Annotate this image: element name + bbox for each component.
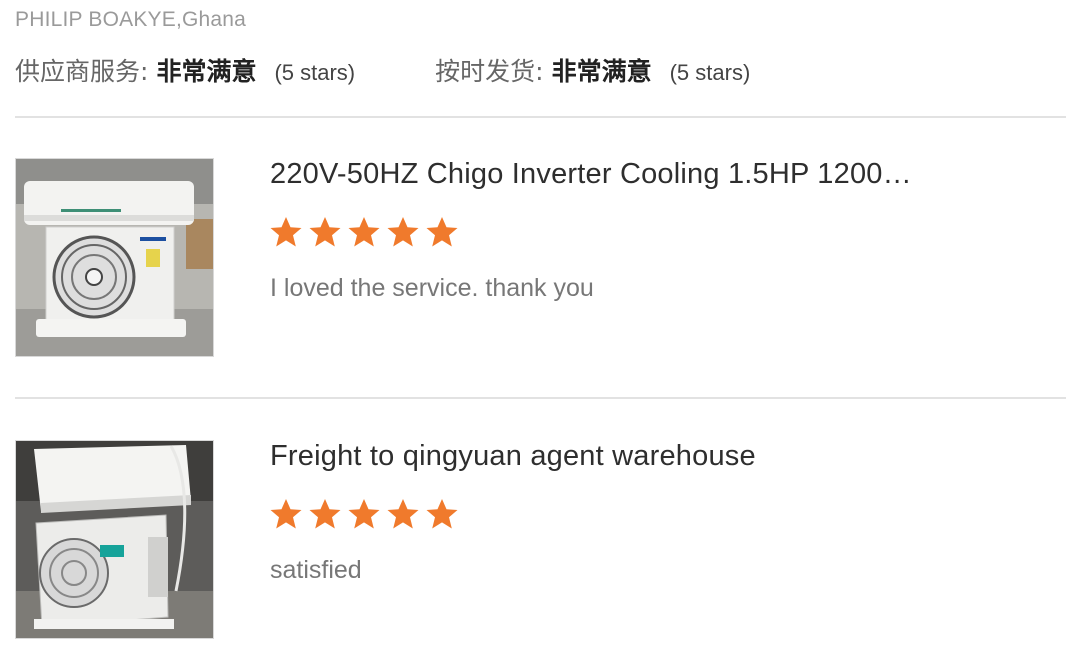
rating-stars-text: (5 stars) — [669, 60, 751, 85]
rating-value: 非常满意 — [551, 57, 652, 86]
star-icon — [426, 217, 458, 247]
star-icon — [309, 217, 341, 247]
star-icon — [426, 499, 458, 529]
rating-value: 非常满意 — [156, 57, 257, 86]
review-comment: satisfied — [270, 556, 362, 584]
star-icon — [270, 499, 302, 529]
star-icon — [270, 217, 302, 247]
on-time-delivery-rating: 按时发货: 非常满意 (5 stars) — [435, 52, 750, 88]
product-title[interactable]: 220V-50HZ Chigo Inverter Cooling 1.5HP 1… — [270, 158, 960, 191]
review-comment: I loved the service. thank you — [270, 274, 594, 302]
star-icon — [309, 499, 341, 529]
divider — [15, 116, 1066, 118]
product-image[interactable] — [15, 440, 214, 639]
supplier-ratings: 供应商服务: 非常满意 (5 stars) 按时发货: 非常满意 (5 star… — [15, 52, 750, 88]
supplier-service-rating: 供应商服务: 非常满意 (5 stars) — [15, 52, 355, 88]
star-icon — [387, 217, 419, 247]
star-icon — [387, 499, 419, 529]
product-title[interactable]: Freight to qingyuan agent warehouse — [270, 440, 960, 473]
star-rating — [270, 216, 465, 248]
reviewer-name: PHILIP BOAKYE,Ghana — [15, 8, 247, 31]
rating-stars-text: (5 stars) — [274, 60, 356, 85]
air-conditioner-photo-icon — [16, 441, 213, 638]
air-conditioner-photo-icon — [16, 159, 213, 356]
rating-label: 供应商服务: — [15, 57, 149, 86]
review-page: PHILIP BOAKYE,Ghana 供应商服务: 非常满意 (5 stars… — [0, 0, 1066, 672]
divider — [15, 397, 1066, 399]
star-icon — [348, 217, 380, 247]
star-icon — [348, 499, 380, 529]
product-image[interactable] — [15, 158, 214, 357]
star-rating — [270, 498, 465, 530]
rating-label: 按时发货: — [435, 57, 544, 86]
